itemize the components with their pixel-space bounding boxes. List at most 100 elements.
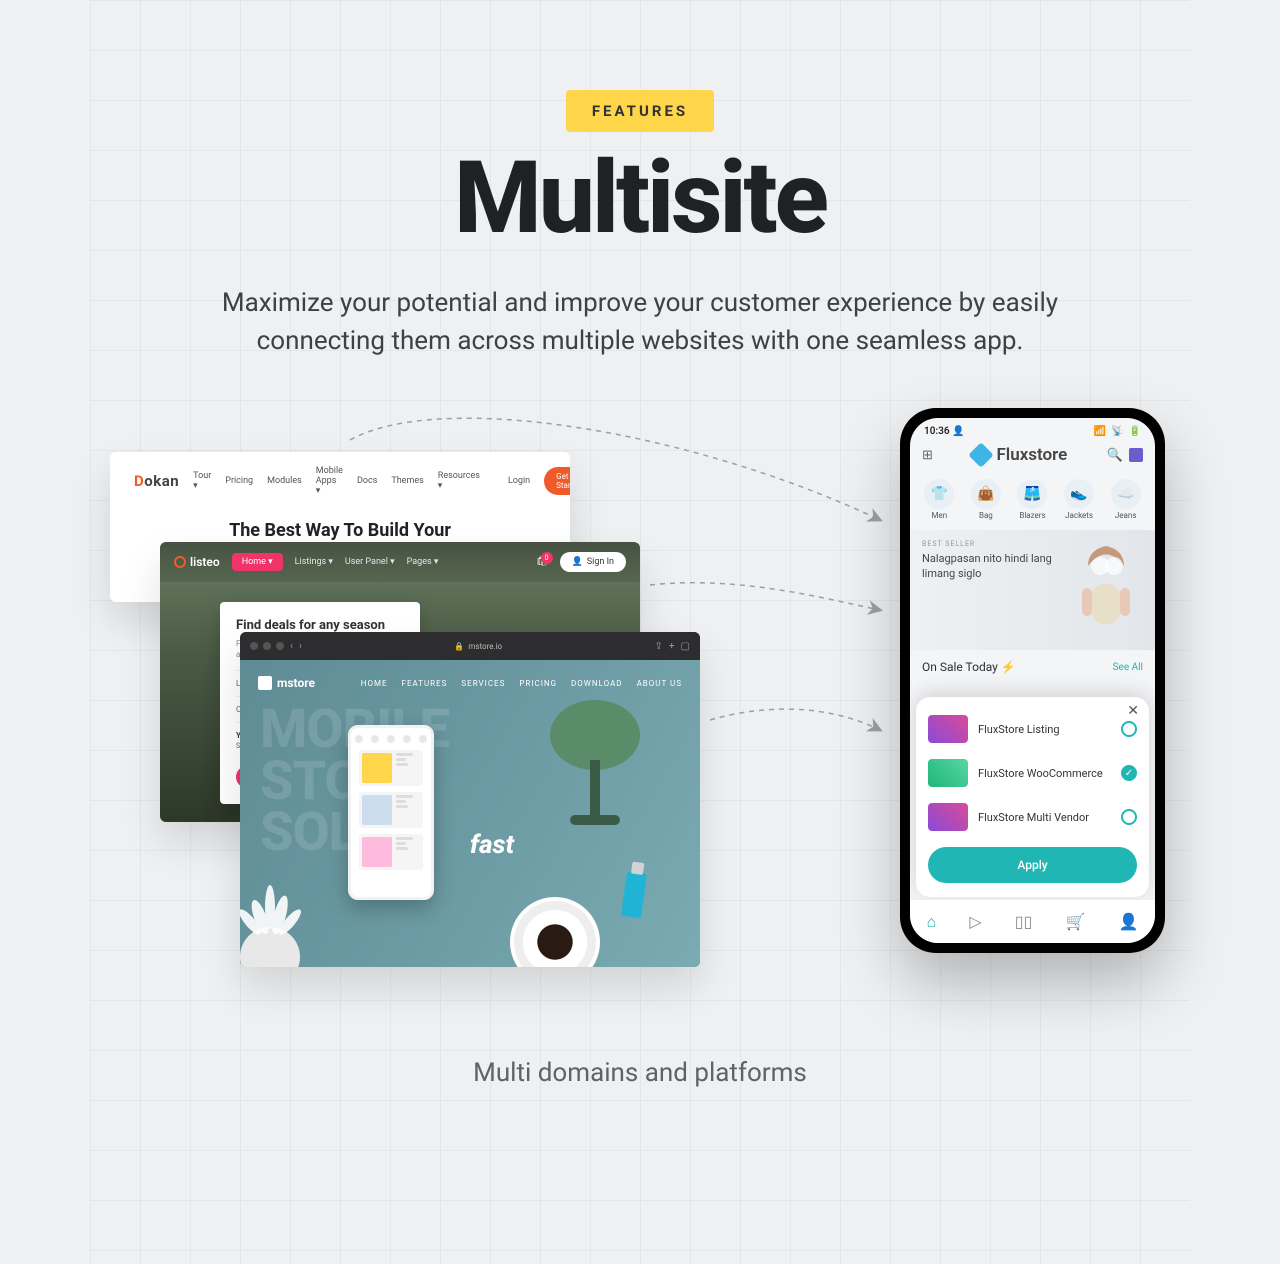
lock-icon: 🔒 [454,642,464,651]
radio-icon[interactable] [1121,765,1137,781]
share-icon[interactable]: ⇪ [654,641,662,652]
dokan-login-link[interactable]: Login [508,476,530,486]
site-option[interactable]: FluxStore Multi Vendor [928,795,1137,839]
sale-row: On Sale Today ⚡ See All [910,650,1155,678]
window-controls [250,642,284,650]
mstore-fast-text: fast [470,830,514,860]
category-icon: 👜 [971,479,1001,509]
category-label: Men [918,511,961,520]
back-icon[interactable]: ‹ [290,641,293,652]
listeo-signin-button[interactable]: 👤Sign In [560,552,626,572]
category-icon: 👕 [924,479,954,509]
website-mstore: ‹ › 🔒mstore.io ⇪ + ▢ mstore HOME FEATURE… [240,632,700,967]
dokan-nav-item[interactable]: Tour ▾ [193,471,211,491]
dokan-nav-item[interactable]: Docs [357,476,377,486]
phone-device: 10:36 👤 📶 📡 🔋 ⊞ Fluxstore 🔍 👕 Men 👜 Bag🩳Blaze… [900,408,1165,953]
listeo-nav-item[interactable]: User Panel ▾ [345,557,395,567]
plus-icon[interactable]: + [669,641,675,652]
forward-icon[interactable]: › [299,641,302,652]
category-item[interactable]: 👜 Bag [965,479,1008,520]
option-thumb [928,715,968,743]
apply-button[interactable]: Apply [928,847,1137,883]
sale-title: On Sale Today ⚡ [922,660,1016,674]
listeo-logo: listeo [174,555,220,569]
dokan-nav-item[interactable]: Resources ▾ [438,471,480,491]
category-item[interactable]: 🩳Blazers [1011,479,1054,520]
play-icon[interactable]: ▷ [969,912,981,931]
option-name: FluxStore Listing [978,723,1111,736]
book-icon[interactable]: ▯▯ [1015,912,1033,931]
cart-icon[interactable]: 🛒 [1065,912,1085,931]
battery-icon: 🔋 [1129,426,1141,437]
hero-banner[interactable]: BEST SELLER Nalagpasan nito hindi lang l… [910,530,1155,650]
mstore-nav-item[interactable]: PRICING [519,679,557,688]
mstore-body: mstore HOME FEATURES SERVICES PRICING DO… [240,660,700,967]
user-icon: 👤 [952,426,964,437]
home-icon[interactable]: ⌂ [927,912,937,932]
mstore-nav-item[interactable]: DOWNLOAD [571,679,623,688]
site-option[interactable]: FluxStore Listing [928,707,1137,751]
tabs-icon[interactable]: ▢ [681,641,690,652]
category-label: Jeans [1104,511,1147,520]
option-thumb [928,759,968,787]
listeo-nav-item[interactable]: Listings ▾ [295,557,333,567]
usb-illustration [621,871,647,918]
listeo-nav-item[interactable]: Pages ▾ [407,557,439,567]
wifi-icon: 📡 [1111,426,1123,437]
diamond-icon [969,443,994,468]
radio-icon[interactable] [1121,809,1137,825]
mstore-nav-item[interactable]: ABOUT US [637,679,682,688]
signal-icon: 📶 [1094,426,1106,437]
plant-illustration [240,867,330,967]
app-bar: ⊞ Fluxstore 🔍 [910,441,1155,471]
option-thumb [928,803,968,831]
menu-icon[interactable]: ⊞ [922,448,933,463]
dokan-logo: Dokan [134,472,179,490]
phone-screen: 10:36 👤 📶 📡 🔋 ⊞ Fluxstore 🔍 👕 Men 👜 Bag🩳Blaze… [910,418,1155,943]
search-icon[interactable]: 🔍 [1107,448,1123,463]
status-bar: 10:36 👤 📶 📡 🔋 [910,418,1155,441]
category-row: 👕 Men 👜 Bag🩳Blazers👟Jackets ☁️ Jeans [910,471,1155,524]
listeo-home-pill[interactable]: Home ▾ [232,553,283,571]
illustration-canvas: Dokan Tour ▾ Pricing Modules Mobile Apps… [90,400,1190,1020]
dokan-nav: Dokan Tour ▾ Pricing Modules Mobile Apps… [134,466,546,496]
mstore-nav-item[interactable]: FEATURES [402,679,448,688]
category-icon: ☁️ [1111,479,1141,509]
mstore-logo: mstore [258,676,315,690]
mstore-nav-item[interactable]: HOME [361,679,388,688]
radio-icon[interactable] [1121,721,1137,737]
page: FEATURES Multisite Maximize your potenti… [90,0,1190,1264]
profile-icon[interactable]: 👤 [1119,912,1139,931]
dokan-nav-item[interactable]: Modules [267,476,302,486]
features-badge: FEATURES [566,90,714,132]
see-all-link[interactable]: See All [1113,662,1143,673]
mstore-nav-item[interactable]: SERVICES [461,679,505,688]
dokan-cta-button[interactable]: Get Started [544,467,570,495]
dokan-nav-item[interactable]: Themes [391,476,423,486]
page-description: Maximize your potential and improve your… [205,285,1075,360]
coffee-illustration [510,897,600,967]
user-icon: 👤 [572,557,583,567]
dokan-nav-item[interactable]: Mobile Apps ▾ [316,466,343,496]
site-selector-sheet: ✕ FluxStore Listing FluxStore WooCommerce… [916,697,1149,897]
category-item[interactable]: 👕 Men [918,479,961,520]
category-label: Bag [965,511,1008,520]
option-name: FluxStore Multi Vendor [978,811,1111,824]
close-icon[interactable]: ✕ [1127,703,1139,719]
listeo-cart-icon[interactable]: 🛍0 [536,557,547,567]
url-bar[interactable]: 🔒mstore.io [308,642,648,651]
status-time: 10:36 👤 [924,426,965,437]
category-item[interactable]: ☁️ Jeans [1104,479,1147,520]
banner-illustration [1064,538,1149,638]
mstore-phone-illustration [348,725,434,900]
category-label: Blazers [1011,511,1054,520]
page-title: Multisite [90,140,1190,257]
category-item[interactable]: 👟Jackets [1058,479,1101,520]
option-name: FluxStore WooCommerce [978,767,1111,780]
lamp-illustration [540,690,650,830]
category-label: Jackets [1058,511,1101,520]
dokan-nav-item[interactable]: Pricing [225,476,253,486]
site-option[interactable]: FluxStore WooCommerce [928,751,1137,795]
listeo-topbar: listeo Home ▾ Listings ▾ User Panel ▾ Pa… [160,542,640,582]
avatar-icon[interactable] [1129,448,1143,462]
